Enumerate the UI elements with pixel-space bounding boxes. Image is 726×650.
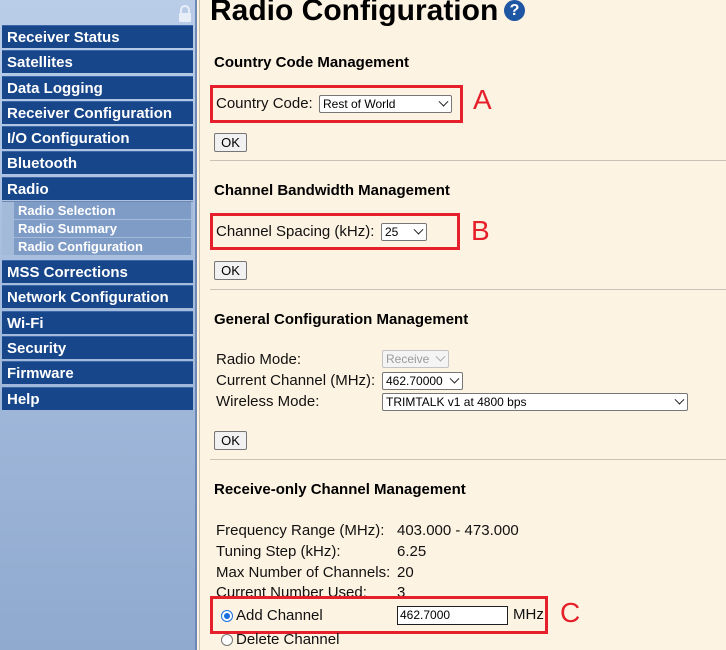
- channel-spacing-label: Channel Spacing (kHz):: [216, 223, 375, 240]
- channel-spacing-value: 25: [385, 225, 399, 239]
- wireless-mode-value: TRIMTALK v1 at 4800 bps: [386, 395, 527, 409]
- wireless-mode-select[interactable]: TRIMTALK v1 at 4800 bps: [382, 393, 688, 411]
- freq-range-value: 403.000 - 473.000: [397, 522, 519, 539]
- max-channels-label: Max Number of Channels:: [216, 564, 391, 581]
- radio-submenu: Radio Selection Radio Summary Radio Conf…: [2, 201, 193, 255]
- divider: [210, 160, 726, 161]
- callout-a: A: [473, 84, 492, 115]
- sidebar-subitem-radio-selection[interactable]: Radio Selection: [14, 202, 191, 219]
- tuning-step-label: Tuning Step (kHz):: [216, 543, 341, 560]
- general-ok-button[interactable]: OK: [214, 431, 247, 450]
- country-code-value: Rest of World: [323, 97, 396, 111]
- add-channel-frequency-input[interactable]: 462.7000: [397, 606, 508, 625]
- country-ok-button[interactable]: OK: [214, 133, 247, 152]
- callout-b: B: [471, 215, 490, 246]
- sidebar-item-firmware[interactable]: Firmware: [2, 361, 193, 384]
- delete-channel-label: Delete Channel: [236, 631, 340, 648]
- delete-channel-radio[interactable]: [221, 634, 233, 646]
- sidebar: Receiver Status Satellites Data Logging …: [0, 0, 197, 650]
- bandwidth-ok-button[interactable]: OK: [214, 261, 247, 280]
- freq-range-label: Frequency Range (MHz):: [216, 522, 385, 539]
- callout-c: C: [560, 597, 581, 628]
- radio-mode-value: Receive: [386, 352, 430, 366]
- current-channel-label: Current Channel (MHz):: [216, 372, 376, 389]
- page-title: Radio Configuration: [210, 0, 499, 27]
- divider: [210, 459, 726, 460]
- chevron-down-icon: [674, 394, 685, 405]
- add-channel-radio[interactable]: [221, 610, 233, 622]
- sidebar-item-io-configuration[interactable]: I/O Configuration: [2, 126, 193, 149]
- sidebar-subitem-radio-configuration[interactable]: Radio Configuration: [14, 238, 191, 255]
- divider: [210, 289, 726, 290]
- wireless-mode-label: Wireless Mode:: [216, 393, 320, 410]
- country-code-label: Country Code:: [216, 95, 313, 112]
- add-channel-unit: MHz: [513, 606, 544, 623]
- section-title-country: Country Code Management: [214, 54, 410, 71]
- current-channel-value: 462.70000: [386, 374, 443, 388]
- tuning-step-value: 6.25: [397, 543, 427, 560]
- sidebar-item-help[interactable]: Help: [2, 387, 193, 410]
- chevron-down-icon: [449, 373, 460, 384]
- sidebar-subitem-radio-summary[interactable]: Radio Summary: [14, 220, 191, 237]
- section-title-receive-only: Receive-only Channel Management: [214, 481, 466, 498]
- frame-divider: [199, 0, 205, 650]
- sidebar-item-radio[interactable]: Radio: [2, 177, 193, 200]
- sidebar-item-network-configuration[interactable]: Network Configuration: [2, 285, 193, 308]
- section-title-general: General Configuration Management: [214, 311, 469, 328]
- max-channels-value: 20: [397, 564, 414, 581]
- sidebar-item-bluetooth[interactable]: Bluetooth: [2, 151, 193, 174]
- current-channel-select[interactable]: 462.70000: [382, 372, 463, 390]
- country-code-select[interactable]: Rest of World: [319, 95, 452, 113]
- help-icon[interactable]: ?: [504, 0, 525, 21]
- add-channel-label: Add Channel: [236, 607, 323, 624]
- section-title-bandwidth: Channel Bandwidth Management: [214, 182, 450, 199]
- sidebar-item-mss-corrections[interactable]: MSS Corrections: [2, 260, 193, 283]
- sidebar-item-receiver-configuration[interactable]: Receiver Configuration: [2, 101, 193, 124]
- chevron-down-icon: [413, 224, 424, 235]
- radio-mode-select: Receive: [382, 350, 449, 368]
- lock-icon: [179, 5, 191, 22]
- sidebar-item-satellites[interactable]: Satellites: [2, 50, 193, 73]
- sidebar-item-security[interactable]: Security: [2, 336, 193, 359]
- channel-spacing-select[interactable]: 25: [381, 223, 427, 241]
- chevron-down-icon: [435, 351, 446, 362]
- sidebar-item-wifi[interactable]: Wi-Fi: [2, 311, 193, 334]
- sidebar-item-data-logging[interactable]: Data Logging: [2, 76, 193, 99]
- chevron-down-icon: [438, 96, 449, 107]
- radio-mode-label: Radio Mode:: [216, 351, 302, 368]
- sidebar-item-receiver-status[interactable]: Receiver Status: [2, 25, 193, 48]
